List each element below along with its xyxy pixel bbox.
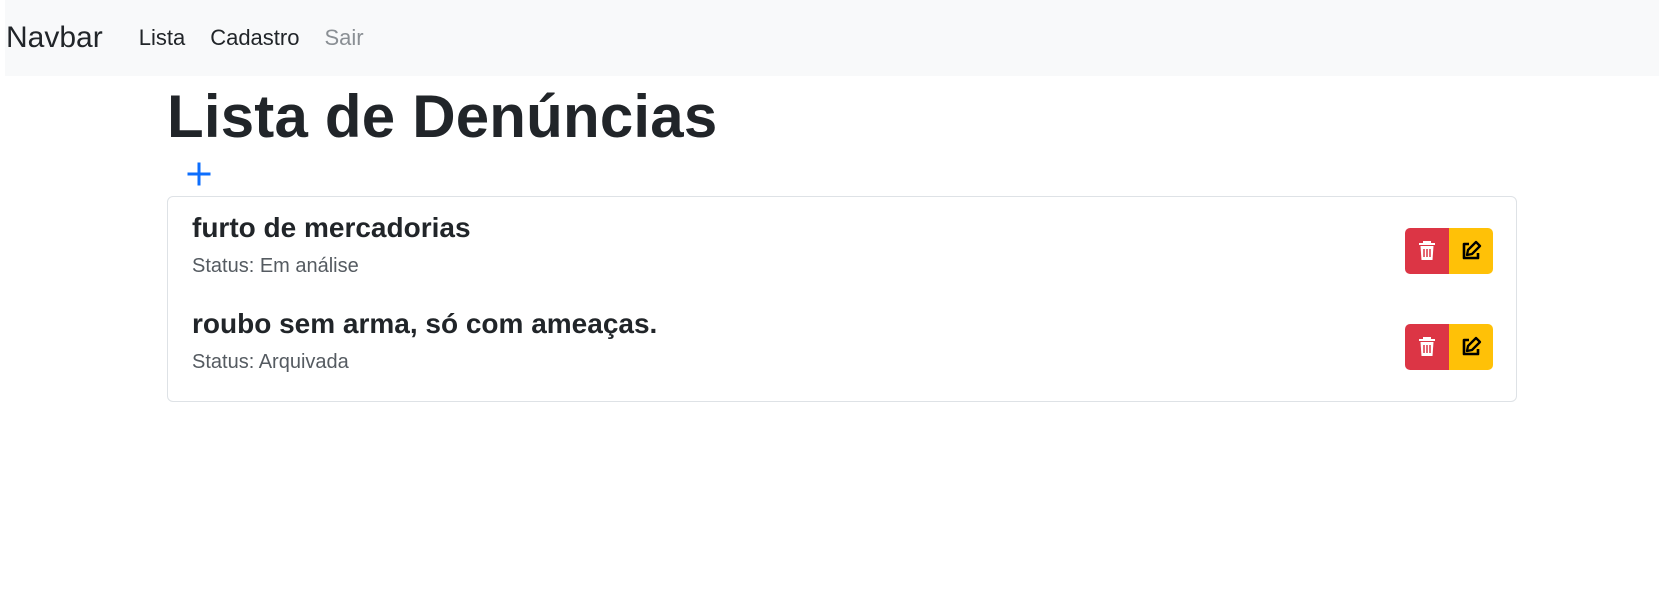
add-button[interactable] <box>187 162 211 186</box>
complaint-actions <box>1405 324 1493 370</box>
trash-icon <box>1419 241 1435 260</box>
complaint-status: Status: Em análise <box>192 255 359 277</box>
complaints-list: furto de mercadorias Status: Em análise <box>167 196 1517 402</box>
complaint-actions <box>1405 228 1493 274</box>
nav-link-sair[interactable]: Sair <box>324 25 363 51</box>
main-content: Lista de Denúncias furto de mercadorias … <box>167 80 1517 402</box>
navbar-brand[interactable]: Navbar <box>6 23 103 53</box>
complaint-status: Status: Arquivada <box>192 351 349 373</box>
complaint-item: furto de mercadorias Status: Em análise <box>192 211 1493 297</box>
edit-icon <box>1462 240 1482 260</box>
complaint-title: furto de mercadorias <box>192 212 471 243</box>
edit-button[interactable] <box>1449 324 1493 370</box>
page-title: Lista de Denúncias <box>167 83 718 150</box>
trash-icon <box>1419 337 1435 356</box>
complaint-title: roubo sem arma, só com ameaças. <box>192 308 658 339</box>
plus-icon <box>187 162 211 186</box>
nav-link-cadastro[interactable]: Cadastro <box>210 25 299 51</box>
nav-link-lista[interactable]: Lista <box>139 25 185 51</box>
delete-button[interactable] <box>1405 228 1449 274</box>
complaint-item: roubo sem arma, só com ameaças. Status: … <box>192 307 1493 393</box>
delete-button[interactable] <box>1405 324 1449 370</box>
edit-icon <box>1462 336 1482 356</box>
navbar: Navbar Lista Cadastro Sair <box>5 0 1659 76</box>
edit-button[interactable] <box>1449 228 1493 274</box>
